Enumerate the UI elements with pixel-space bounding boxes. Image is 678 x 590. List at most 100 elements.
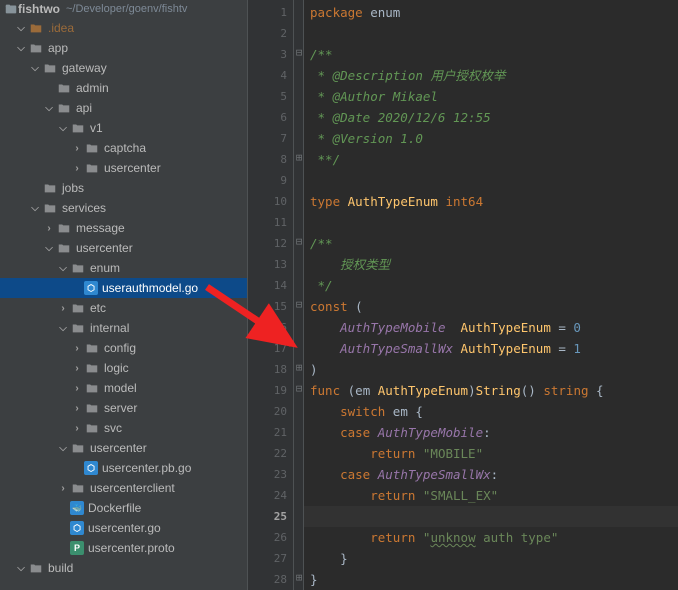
line-number[interactable]: 25 — [248, 506, 293, 527]
tree-item-usercenter-pb-go[interactable]: ⬡usercenter.pb.go — [0, 458, 247, 478]
line-number[interactable]: 28 — [248, 569, 293, 590]
chevron-icon[interactable] — [56, 263, 70, 274]
code-area[interactable]: package enum /** * @Description 用户授权枚举 *… — [304, 0, 678, 590]
line-number[interactable]: 26 — [248, 527, 293, 548]
tree-item-gateway[interactable]: gateway — [0, 58, 247, 78]
fold-toggle-icon[interactable]: ⊟ — [294, 46, 304, 59]
tree-item-jobs[interactable]: jobs — [0, 178, 247, 198]
line-number[interactable]: 22 — [248, 443, 293, 464]
tree-item-etc[interactable]: etc — [0, 298, 247, 318]
fold-toggle-icon[interactable]: ⊞ — [294, 361, 304, 374]
fold-column[interactable]: ⊟ ⊞ ⊟ ⊟ ⊞ ⊟ ⊞ — [294, 0, 304, 590]
line-number[interactable]: 3 — [248, 44, 293, 65]
folder-icon — [70, 320, 86, 336]
chevron-icon[interactable] — [14, 563, 28, 574]
chevron-icon[interactable] — [70, 363, 84, 374]
chevron-icon[interactable] — [56, 323, 70, 334]
tree-item-usercenter[interactable]: usercenter — [0, 438, 247, 458]
tree-item-logic[interactable]: logic — [0, 358, 247, 378]
line-number[interactable]: 23 — [248, 464, 293, 485]
line-number[interactable]: 17 — [248, 338, 293, 359]
line-number[interactable]: 16 — [248, 317, 293, 338]
folder-icon — [28, 560, 44, 576]
tree-item-model[interactable]: model — [0, 378, 247, 398]
chevron-icon[interactable] — [28, 63, 42, 74]
project-name: fishtwo — [18, 2, 60, 16]
chevron-icon[interactable] — [42, 103, 56, 114]
chevron-icon[interactable] — [42, 243, 56, 254]
tree-item-usercenter[interactable]: usercenter — [0, 158, 247, 178]
line-number[interactable]: 2 — [248, 23, 293, 44]
tree-item-server[interactable]: server — [0, 398, 247, 418]
chevron-icon[interactable] — [70, 343, 84, 354]
line-number[interactable]: 21 — [248, 422, 293, 443]
tree-item-services[interactable]: services — [0, 198, 247, 218]
tree-item-config[interactable]: config — [0, 338, 247, 358]
tree-item-usercenter-proto[interactable]: Pusercenter.proto — [0, 538, 247, 558]
go-file-icon: ⬡ — [70, 521, 84, 535]
line-number[interactable]: 27 — [248, 548, 293, 569]
tree-item-label: usercenter — [90, 441, 147, 455]
tree-item-svc[interactable]: svc — [0, 418, 247, 438]
chevron-icon[interactable] — [14, 23, 28, 34]
folder-icon — [70, 260, 86, 276]
fold-toggle-icon[interactable]: ⊞ — [294, 151, 304, 164]
chevron-icon[interactable] — [70, 143, 84, 154]
line-number[interactable]: 24 — [248, 485, 293, 506]
line-number[interactable]: 8 — [248, 149, 293, 170]
tree-item-api[interactable]: api — [0, 98, 247, 118]
tree-item-internal[interactable]: internal — [0, 318, 247, 338]
line-number[interactable]: 5 — [248, 86, 293, 107]
docker-file-icon: 🐳 — [70, 501, 84, 515]
tree-item-app[interactable]: app — [0, 38, 247, 58]
chevron-icon[interactable] — [28, 203, 42, 214]
line-number[interactable]: 1 — [248, 2, 293, 23]
gutter[interactable]: 12345678910↑111213141516171819↑202122232… — [248, 0, 294, 590]
fold-toggle-icon[interactable]: ⊟ — [294, 382, 304, 395]
tree-item--idea[interactable]: .idea — [0, 18, 247, 38]
tree-item-userauthmodel-go[interactable]: ⬡userauthmodel.go — [0, 278, 247, 298]
tree-item-usercenter-go[interactable]: ⬡usercenter.go — [0, 518, 247, 538]
fold-toggle-icon[interactable]: ⊟ — [294, 235, 304, 248]
chevron-icon[interactable] — [56, 303, 70, 314]
chevron-icon[interactable] — [56, 483, 70, 494]
folder-icon — [84, 420, 100, 436]
line-number[interactable]: 13 — [248, 254, 293, 275]
line-number[interactable]: 9 — [248, 170, 293, 191]
tree-item-Dockerfile[interactable]: 🐳Dockerfile — [0, 498, 247, 518]
file-tree[interactable]: .ideaappgatewayadminapiv1captchausercent… — [0, 18, 247, 578]
tree-item-build[interactable]: build — [0, 558, 247, 578]
line-number[interactable]: 14 — [248, 275, 293, 296]
line-number[interactable]: 7 — [248, 128, 293, 149]
line-number[interactable]: 12 — [248, 233, 293, 254]
line-number[interactable]: 18 — [248, 359, 293, 380]
tree-item-message[interactable]: message — [0, 218, 247, 238]
chevron-icon[interactable] — [70, 163, 84, 174]
go-file-icon: ⬡ — [84, 461, 98, 475]
chevron-icon[interactable] — [14, 43, 28, 54]
line-number[interactable]: 4 — [248, 65, 293, 86]
chevron-icon[interactable] — [56, 443, 70, 454]
fold-toggle-icon[interactable]: ⊞ — [294, 571, 304, 584]
tree-item-v1[interactable]: v1 — [0, 118, 247, 138]
line-number[interactable]: 6 — [248, 107, 293, 128]
tree-item-captcha[interactable]: captcha — [0, 138, 247, 158]
chevron-icon[interactable] — [42, 223, 56, 234]
line-number[interactable]: 15 — [248, 296, 293, 317]
chevron-icon[interactable] — [56, 123, 70, 134]
chevron-icon[interactable] — [70, 403, 84, 414]
tree-item-usercenterclient[interactable]: usercenterclient — [0, 478, 247, 498]
chevron-icon[interactable] — [70, 383, 84, 394]
project-root[interactable]: fishtwo ~/Developer/goenv/fishtv — [0, 0, 247, 18]
tree-item-label: admin — [76, 81, 109, 95]
line-number[interactable]: 11 — [248, 212, 293, 233]
line-number[interactable]: 10↑ — [248, 191, 293, 212]
tree-item-usercenter[interactable]: usercenter — [0, 238, 247, 258]
fold-toggle-icon[interactable]: ⊟ — [294, 298, 304, 311]
chevron-icon[interactable] — [70, 423, 84, 434]
tree-item-admin[interactable]: admin — [0, 78, 247, 98]
line-number[interactable]: 20 — [248, 401, 293, 422]
tree-item-enum[interactable]: enum — [0, 258, 247, 278]
line-number[interactable]: 19↑ — [248, 380, 293, 401]
folder-icon — [56, 220, 72, 236]
